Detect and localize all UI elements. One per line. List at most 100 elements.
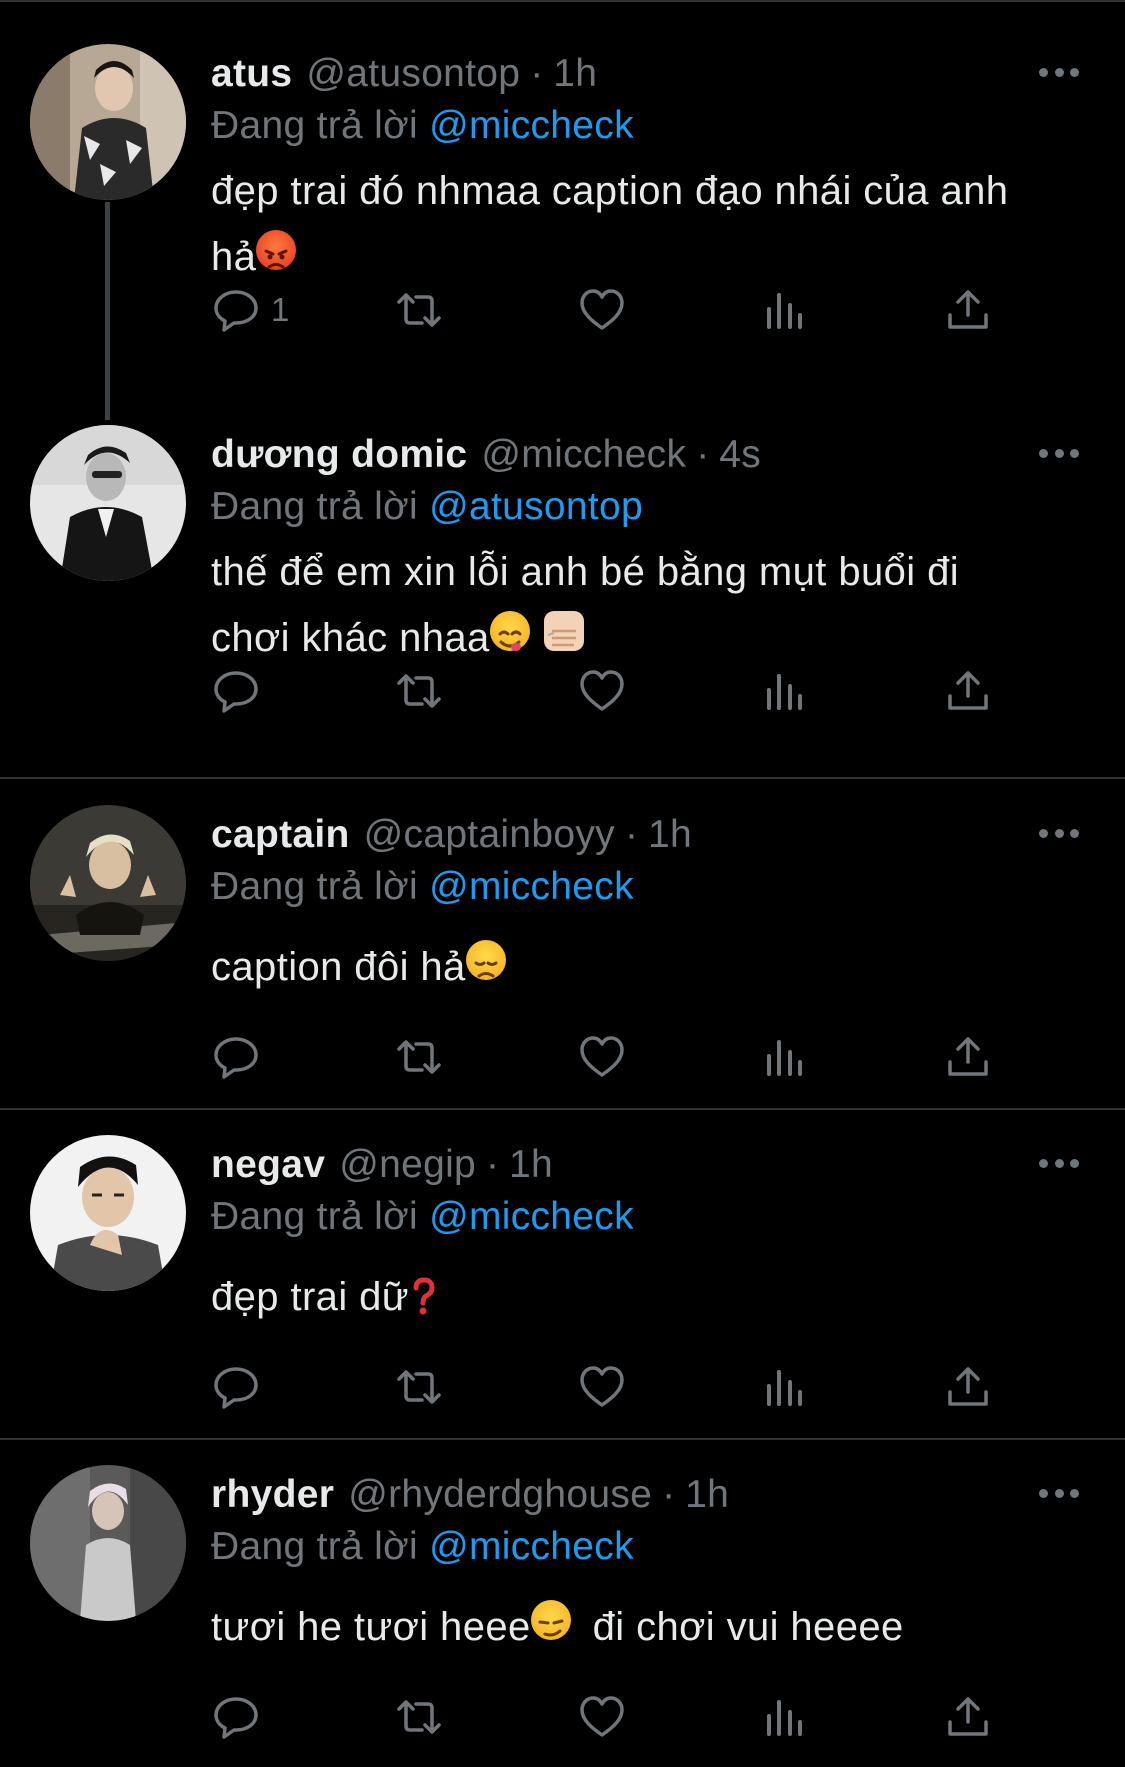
heart-icon — [580, 1036, 624, 1077]
mention-link[interactable]: @atusontop — [429, 485, 643, 528]
mention-link[interactable]: @miccheck — [429, 1525, 634, 1568]
share-button[interactable] — [943, 282, 993, 338]
like-button[interactable] — [577, 282, 627, 338]
tweet-header: rhyder @rhyderdghouse · 1h — [211, 1471, 1005, 1519]
mention-link[interactable]: @miccheck — [429, 865, 634, 908]
retweet-button[interactable] — [394, 1359, 444, 1415]
like-button[interactable] — [577, 1359, 627, 1415]
separator-dot: · — [530, 52, 544, 95]
timestamp[interactable]: 1h — [553, 50, 597, 98]
views-button[interactable] — [760, 1359, 810, 1415]
display-name[interactable]: atus — [211, 50, 292, 98]
timestamp[interactable]: 1h — [685, 1471, 729, 1519]
tweet-text-line: thế để em xin lỗi anh bé bằng mụt buổi đ… — [211, 550, 960, 594]
timestamp[interactable]: 4s — [719, 431, 761, 479]
more-dots-icon[interactable] — [1039, 1487, 1079, 1499]
reply-button[interactable] — [211, 1359, 261, 1415]
tweet-text: đẹp trai dữ — [211, 1264, 1091, 1330]
reply-button[interactable] — [211, 1689, 261, 1745]
separator-dot: · — [696, 433, 710, 476]
share-button[interactable] — [943, 663, 993, 719]
tweet-divider — [0, 1108, 1125, 1110]
tweet-text: tươi he tươi heee đi chơi vui heeee — [211, 1594, 1091, 1660]
tweet-header: negav @negip · 1h — [211, 1141, 1005, 1189]
retweet-button[interactable] — [394, 663, 444, 719]
user-handle[interactable]: @atusontop — [306, 50, 520, 98]
disappointed-face-emoji — [465, 940, 506, 980]
bar-chart-icon — [767, 1700, 802, 1736]
views-button[interactable] — [760, 663, 810, 719]
reply-button[interactable] — [211, 663, 261, 719]
tweet-negav[interactable]: negav @negip · 1h Đang trả lời @miccheck… — [0, 1135, 1125, 1435]
display-name[interactable]: captain — [211, 811, 350, 859]
user-handle[interactable]: @captainboyy — [364, 811, 615, 859]
reply-bubble-icon — [214, 290, 258, 332]
tweet-captain[interactable]: captain @captainboyy · 1h Đang trả lời @… — [0, 805, 1125, 1105]
tweet-text-line: tươi he tươi heee đi chơi vui heeee — [211, 1594, 1091, 1660]
user-handle[interactable]: @miccheck — [481, 431, 686, 479]
reply-button[interactable]: 1 — [211, 282, 289, 338]
more-dots-icon[interactable] — [1039, 447, 1079, 459]
more-dots-icon[interactable] — [1039, 66, 1079, 78]
replying-to: Đang trả lời @miccheck — [211, 1523, 634, 1571]
display-name[interactable]: rhyder — [211, 1471, 334, 1519]
tweet-rhyder[interactable]: rhyder @rhyderdghouse · 1h Đang trả lời … — [0, 1465, 1125, 1767]
tweet-text-line: caption đôi hả — [211, 934, 1091, 1000]
tweet-actions: 1 — [211, 282, 1011, 338]
share-button[interactable] — [943, 1029, 993, 1085]
share-button[interactable] — [943, 1689, 993, 1745]
share-upload-icon — [948, 671, 988, 710]
tweet-header: atus @atusontop · 1h — [211, 50, 1005, 98]
replying-label: Đang trả lời — [211, 1195, 418, 1238]
retweet-button[interactable] — [394, 1689, 444, 1745]
replying-label: Đang trả lời — [211, 485, 418, 528]
user-handle[interactable]: @rhyderdghouse — [348, 1471, 652, 1519]
timestamp[interactable]: 1h — [509, 1141, 553, 1189]
reply-button[interactable] — [211, 1029, 261, 1085]
retweet-arrows-icon — [397, 674, 441, 708]
top-divider — [0, 0, 1125, 2]
like-button[interactable] — [577, 1029, 627, 1085]
share-upload-icon — [948, 290, 988, 329]
like-button[interactable] — [577, 1689, 627, 1745]
reply-bubble-icon — [214, 671, 258, 713]
tweet-actions — [211, 663, 1011, 719]
retweet-button[interactable] — [394, 1029, 444, 1085]
more-dots-icon[interactable] — [1039, 827, 1079, 839]
more-dots-icon[interactable] — [1039, 1157, 1079, 1169]
views-button[interactable] — [760, 1689, 810, 1745]
views-button[interactable] — [760, 282, 810, 338]
views-button[interactable] — [760, 1029, 810, 1085]
display-name[interactable]: negav — [211, 1141, 325, 1189]
tweet-atus[interactable]: atus @atusontop · 1h Đang trả lời @micch… — [0, 44, 1125, 374]
share-button[interactable] — [943, 1359, 993, 1415]
separator-dot: · — [662, 1473, 676, 1516]
display-name[interactable]: dương domic — [211, 431, 467, 479]
avatar[interactable] — [30, 1465, 186, 1621]
angry-face-emoji — [256, 230, 297, 270]
avatar[interactable] — [30, 44, 186, 200]
retweet-button[interactable] — [394, 282, 444, 338]
smirk-face-emoji — [530, 1600, 571, 1640]
tweet-text-fragment: caption đôi hả — [211, 945, 466, 989]
heart-icon — [580, 289, 624, 330]
heart-icon — [580, 1366, 624, 1407]
tweet-duong-domic[interactable]: dương domic @miccheck · 4s Đang trả lời … — [0, 425, 1125, 755]
mention-link[interactable]: @miccheck — [429, 1195, 634, 1238]
tweet-actions — [211, 1689, 1011, 1745]
replying-to: Đang trả lời @miccheck — [211, 102, 634, 150]
tweet-divider — [0, 777, 1125, 779]
avatar[interactable] — [30, 805, 186, 961]
reply-thread-feed: atus @atusontop · 1h Đang trả lời @micch… — [0, 0, 1125, 1767]
timestamp[interactable]: 1h — [648, 811, 692, 859]
tweet-divider — [0, 1438, 1125, 1440]
bar-chart-icon — [767, 1370, 802, 1406]
avatar[interactable] — [30, 1135, 186, 1291]
separator-dot: · — [486, 1143, 500, 1186]
like-button[interactable] — [577, 663, 627, 719]
user-handle[interactable]: @negip — [339, 1141, 476, 1189]
mention-link[interactable]: @miccheck — [429, 104, 634, 147]
retweet-arrows-icon — [397, 1040, 441, 1074]
heart-icon — [580, 1696, 624, 1737]
avatar[interactable] — [30, 425, 186, 581]
